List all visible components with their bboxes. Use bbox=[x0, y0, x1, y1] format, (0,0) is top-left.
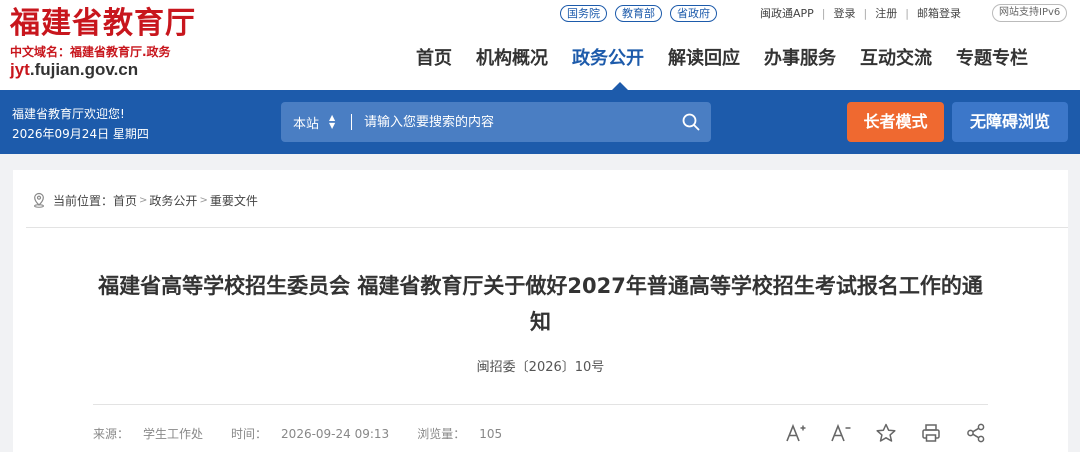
article-source: 来源： 学生工作处 bbox=[93, 425, 217, 442]
accessible-browse-button[interactable]: 无障碍浏览 bbox=[952, 102, 1068, 142]
active-nav-caret bbox=[612, 82, 628, 90]
font-decrease-icon bbox=[831, 423, 851, 442]
article-meta: 来源： 学生工作处 时间： 2026-09-24 09:13 浏览量： 105 bbox=[93, 425, 530, 442]
breadcrumb-separator: > bbox=[199, 194, 208, 206]
font-decrease-button[interactable] bbox=[830, 422, 852, 444]
logo-title: 福建省教育厅 bbox=[10, 6, 196, 41]
print-icon bbox=[922, 424, 940, 442]
print-button[interactable] bbox=[920, 422, 942, 444]
site-header: 福建省教育厅 中文域名：福建省教育厅.政务 jyt.fujian.gov.cn … bbox=[0, 0, 1080, 90]
share-button[interactable] bbox=[965, 422, 987, 444]
logo-url: jyt.fujian.gov.cn bbox=[10, 60, 196, 80]
login-link[interactable]: 登录 bbox=[834, 5, 856, 21]
logo-url-rest: .fujian.gov.cn bbox=[29, 60, 139, 79]
link-state-council[interactable]: 国务院 bbox=[560, 4, 607, 22]
source-value: 学生工作处 bbox=[143, 427, 204, 441]
elder-mode-button[interactable]: 长者模式 bbox=[847, 102, 944, 142]
source-label: 来源： bbox=[93, 427, 130, 441]
views-label: 浏览量： bbox=[417, 427, 466, 441]
article-card: 当前位置： 首页 > 政务公开 > 重要文件 福建省高等学校招生委员会 福建省教… bbox=[13, 170, 1068, 452]
logo-url-prefix: jyt bbox=[10, 60, 30, 79]
article-title: 福建省高等学校招生委员会 福建省教育厅关于做好2027年普通高等学校招生考试报名… bbox=[98, 274, 983, 334]
ipv6-badge: 网站支持IPv6 bbox=[992, 4, 1068, 22]
location-icon bbox=[34, 192, 44, 208]
main-nav: 首页 机构概况 政务公开 解读回应 办事服务 互动交流 专题专栏 bbox=[404, 44, 1040, 74]
separator: | bbox=[905, 6, 909, 20]
article-tools bbox=[785, 422, 1010, 444]
breadcrumb-label: 当前位置： bbox=[53, 193, 114, 208]
nav-item-org[interactable]: 机构概况 bbox=[464, 44, 560, 74]
nav-item-interpretation[interactable]: 解读回应 bbox=[656, 44, 752, 74]
nav-item-interaction[interactable]: 互动交流 bbox=[848, 44, 944, 74]
breadcrumb-gov-affairs[interactable]: 政务公开 bbox=[149, 192, 197, 209]
breadcrumb-divider bbox=[26, 227, 1068, 228]
search-scope-select[interactable]: 本站 ▲ ▼ bbox=[281, 113, 351, 132]
search-scope-label: 本站 bbox=[293, 116, 320, 132]
register-link[interactable]: 注册 bbox=[875, 5, 897, 21]
updown-arrow-icon: ▲ ▼ bbox=[329, 113, 336, 130]
nav-item-gov-affairs[interactable]: 政务公开 bbox=[560, 44, 656, 74]
top-links: 国务院 教育部 省政府 bbox=[560, 4, 725, 22]
search-icon bbox=[682, 113, 700, 131]
time-value: 2026-09-24 09:13 bbox=[281, 427, 390, 441]
share-icon bbox=[967, 423, 985, 443]
mail-login-link[interactable]: 邮箱登录 bbox=[917, 5, 961, 21]
utility-links: 闽政通APP | 登录 | 注册 | 邮箱登录 bbox=[760, 4, 961, 22]
time-label: 时间： bbox=[231, 427, 268, 441]
breadcrumb-home[interactable]: 首页 bbox=[113, 192, 137, 209]
separator: | bbox=[821, 6, 826, 20]
breadcrumb-separator: > bbox=[139, 194, 148, 206]
font-increase-icon bbox=[786, 423, 806, 442]
link-ministry-education[interactable]: 教育部 bbox=[615, 4, 662, 22]
welcome-text: 福建省教育厅欢迎您! bbox=[12, 107, 125, 121]
separator: | bbox=[863, 6, 868, 20]
site-logo[interactable]: 福建省教育厅 中文域名：福建省教育厅.政务 jyt.fujian.gov.cn bbox=[10, 6, 196, 80]
search-button[interactable] bbox=[671, 102, 711, 142]
nav-item-services[interactable]: 办事服务 bbox=[752, 44, 848, 74]
nav-item-topics[interactable]: 专题专栏 bbox=[944, 44, 1040, 74]
app-link[interactable]: 闽政通APP bbox=[760, 5, 814, 21]
meta-divider bbox=[93, 404, 988, 405]
font-increase-button[interactable] bbox=[785, 422, 807, 444]
logo-domain: 中文域名：福建省教育厅.政务 bbox=[10, 45, 171, 59]
views-value: 105 bbox=[479, 427, 503, 441]
favorite-button[interactable] bbox=[875, 422, 897, 444]
nav-item-home[interactable]: 首页 bbox=[404, 44, 464, 74]
document-number: 闽招委〔2026〕10号 bbox=[476, 360, 605, 375]
breadcrumb: 当前位置： 首页 > 政务公开 > 重要文件 bbox=[31, 190, 258, 210]
article-views: 浏览量： 105 bbox=[417, 425, 516, 442]
current-date: 2026年09月24日 星期四 bbox=[12, 127, 149, 141]
article-time: 时间： 2026-09-24 09:13 bbox=[231, 425, 403, 442]
breadcrumb-important-docs[interactable]: 重要文件 bbox=[210, 192, 258, 209]
welcome-block: 福建省教育厅欢迎您! 2026年09月24日 星期四 bbox=[12, 104, 149, 144]
link-provincial-gov[interactable]: 省政府 bbox=[670, 4, 717, 22]
star-icon bbox=[876, 423, 896, 442]
search-input[interactable] bbox=[364, 114, 671, 130]
search-bar-band: 福建省教育厅欢迎您! 2026年09月24日 星期四 本站 ▲▼ 长者模式 无障… bbox=[0, 90, 1080, 154]
search-box: 本站 ▲ ▼ bbox=[281, 102, 711, 142]
search-divider bbox=[351, 114, 352, 130]
